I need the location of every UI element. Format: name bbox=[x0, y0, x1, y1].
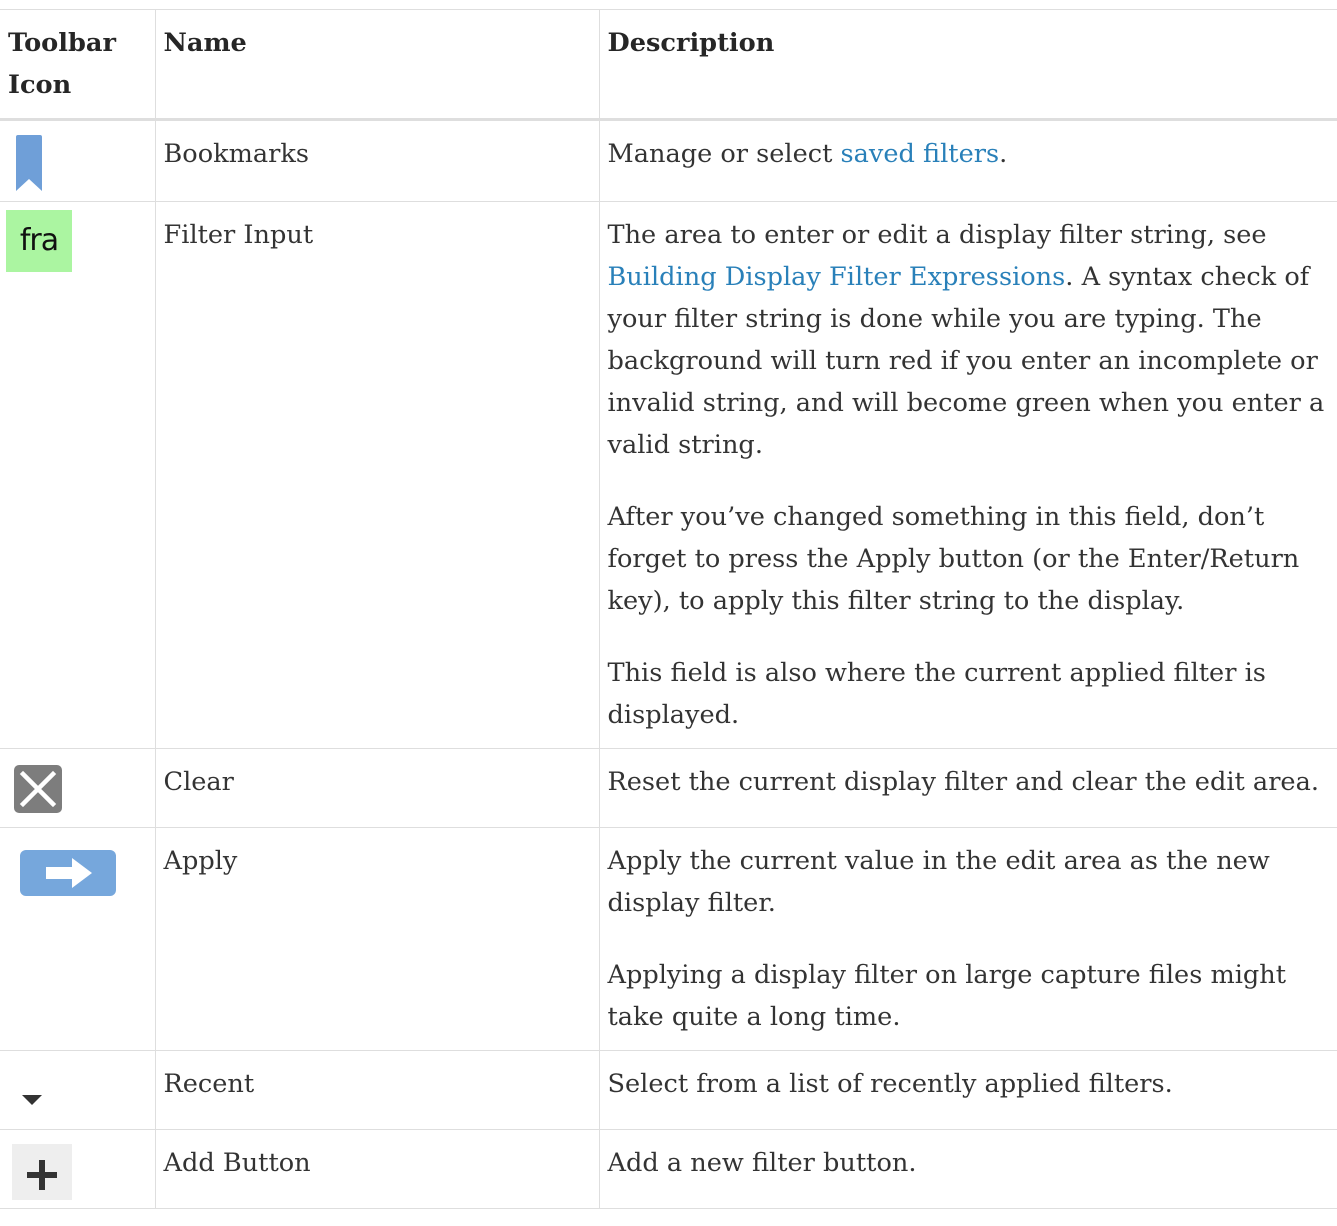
name-cell: Clear bbox=[155, 748, 600, 828]
description-paragraph: Applying a display filter on large captu… bbox=[607, 960, 1287, 1032]
description-text: The area to enter or edit a display filt… bbox=[607, 220, 1267, 250]
description-paragraph: After you’ve changed something in this f… bbox=[607, 502, 1300, 616]
description-cell: Select from a list of recently applied f… bbox=[599, 1050, 1337, 1130]
description-cell: The area to enter or edit a display filt… bbox=[599, 201, 1337, 749]
name-cell: Add Button bbox=[155, 1129, 600, 1209]
description-paragraph: Select from a list of recently applied f… bbox=[607, 1069, 1173, 1099]
description-text: . bbox=[999, 139, 1008, 169]
name-cell: Bookmarks bbox=[155, 119, 600, 202]
name-cell: Apply bbox=[155, 827, 600, 1051]
description-cell: Manage or select saved filters. bbox=[599, 119, 1337, 202]
plus-icon bbox=[12, 1144, 72, 1200]
description-paragraph: Reset the current display filter and cle… bbox=[607, 767, 1319, 797]
name-cell: Filter Input bbox=[155, 201, 600, 749]
bookmark-icon bbox=[16, 135, 42, 191]
table-header-row: Toolbar Icon Name Description bbox=[0, 9, 1337, 121]
icon-cell bbox=[0, 1050, 156, 1130]
toolbar-reference-table: Toolbar Icon Name Description Bookmarks … bbox=[0, 9, 1337, 1209]
description-paragraph: Apply the current value in the edit area… bbox=[607, 846, 1270, 918]
description-paragraph: This field is also where the current app… bbox=[607, 658, 1266, 730]
clear-icon bbox=[14, 765, 62, 813]
building-display-filter-expressions-link[interactable]: Building Display Filter Expressions bbox=[608, 262, 1066, 292]
header-name: Name bbox=[155, 9, 600, 121]
icon-cell bbox=[0, 119, 156, 202]
header-toolbar-icon: Toolbar Icon bbox=[0, 9, 156, 121]
icon-cell bbox=[0, 748, 156, 828]
icon-cell: fra bbox=[0, 201, 156, 749]
table-row: Recent Select from a list of recently ap… bbox=[0, 1050, 1337, 1130]
description-cell: Reset the current display filter and cle… bbox=[599, 748, 1337, 828]
name-cell: Recent bbox=[155, 1050, 600, 1130]
apply-arrow-icon bbox=[20, 850, 116, 896]
header-description: Description bbox=[599, 9, 1337, 121]
description-cell: Add a new filter button. bbox=[599, 1129, 1337, 1209]
description-text: Manage or select bbox=[607, 139, 841, 169]
icon-cell bbox=[0, 827, 156, 1051]
table-row: Apply Apply the current value in the edi… bbox=[0, 827, 1337, 1051]
table-row: Add Button Add a new filter button. bbox=[0, 1129, 1337, 1209]
table-row: fra Filter Input The area to enter or ed… bbox=[0, 201, 1337, 749]
description-paragraph: Add a new filter button. bbox=[607, 1148, 917, 1178]
description-cell: Apply the current value in the edit area… bbox=[599, 827, 1337, 1051]
table-row: Clear Reset the current display filter a… bbox=[0, 748, 1337, 828]
table-row: Bookmarks Manage or select saved filters… bbox=[0, 119, 1337, 202]
filter-input-icon: fra bbox=[6, 210, 72, 272]
saved-filters-link[interactable]: saved filters bbox=[841, 139, 1000, 169]
icon-cell bbox=[0, 1129, 156, 1209]
chevron-down-icon bbox=[22, 1095, 42, 1105]
